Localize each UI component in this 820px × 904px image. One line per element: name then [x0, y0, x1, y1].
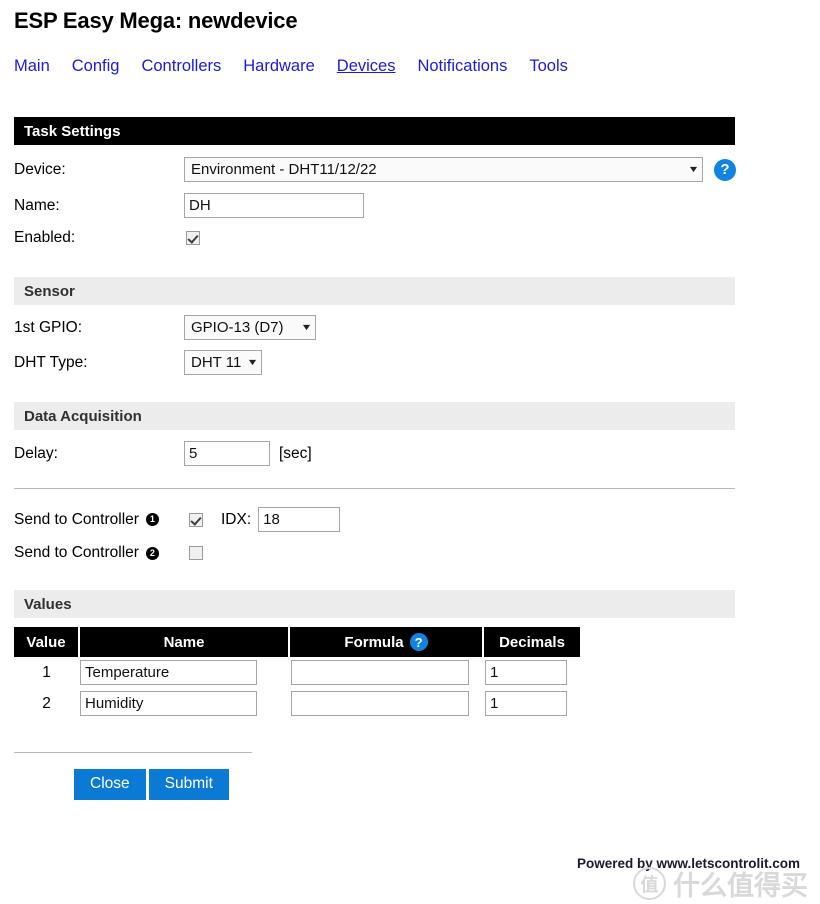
close-button[interactable]: Close: [74, 769, 146, 800]
send-to-controller-1-label-group: Send to Controller 1: [14, 511, 184, 529]
task-settings-header-label: Task Settings: [24, 122, 121, 140]
controller-1-badge-icon: 1: [145, 513, 159, 526]
value-name-input-2[interactable]: [80, 691, 257, 716]
column-header-formula-label: Formula: [344, 633, 404, 651]
delay-label: Delay:: [14, 444, 58, 462]
value-index-1: 1: [42, 663, 51, 681]
send-to-controller-2-checkbox[interactable]: [189, 546, 203, 560]
name-row: Name:: [14, 193, 364, 218]
delay-row: Delay: [sec]: [14, 441, 312, 466]
table-row: 1: [14, 657, 580, 688]
gpio-select-value: GPIO-13 (D7): [191, 319, 284, 336]
sensor-header-label: Sensor: [24, 282, 75, 300]
value-index-2: 2: [42, 694, 51, 712]
send-to-controller-1-checkbox[interactable]: [189, 512, 203, 527]
values-table: Value Name Formula ? Decimals 1 2: [14, 627, 580, 719]
enabled-row: Enabled:: [14, 229, 200, 247]
name-label: Name:: [14, 196, 60, 214]
value-decimals-input-2[interactable]: [485, 691, 567, 716]
send-to-controller-2-label-group: Send to Controller 2: [14, 544, 184, 562]
device-help-icon[interactable]: ?: [714, 158, 736, 181]
gpio-row: 1st GPIO: GPIO-13 (D7) ▼: [14, 315, 316, 340]
actions-divider: [14, 752, 252, 753]
device-row: Device: Environment - DHT11/12/22 ▼ ?: [14, 157, 736, 182]
data-acquisition-header-label: Data Acquisition: [24, 407, 142, 425]
send-to-controller-2-row: Send to Controller 2: [14, 544, 203, 562]
device-label: Device:: [14, 160, 66, 178]
submit-button[interactable]: Submit: [148, 769, 229, 800]
nav-link-main[interactable]: Main: [14, 57, 50, 76]
dht-type-select[interactable]: DHT 11 ▼: [184, 350, 262, 375]
gpio-select[interactable]: GPIO-13 (D7) ▼: [184, 315, 316, 340]
enabled-checkbox[interactable]: [186, 231, 200, 245]
watermark-mark-icon: 值: [633, 867, 666, 900]
column-header-name: Name: [78, 627, 290, 657]
nav-link-controllers[interactable]: Controllers: [141, 57, 221, 76]
nav-link-devices[interactable]: Devices: [337, 57, 396, 76]
column-header-value: Value: [14, 627, 80, 657]
chevron-down-icon: ▼: [246, 357, 259, 367]
idx-input[interactable]: [258, 507, 341, 532]
action-buttons: Close Submit: [74, 769, 229, 800]
nav-link-config[interactable]: Config: [72, 57, 120, 76]
values-header-label: Values: [24, 595, 72, 613]
send-to-controller-2-label: Send to Controller: [14, 544, 139, 561]
idx-label: IDX:: [221, 510, 252, 528]
send-to-controller-1-label: Send to Controller: [14, 510, 139, 528]
send-to-controller-1-row: Send to Controller 1 IDX:: [14, 507, 341, 532]
gpio-label: 1st GPIO:: [14, 318, 83, 336]
enabled-label: Enabled:: [14, 229, 76, 246]
data-acquisition-header: Data Acquisition: [14, 402, 735, 430]
nav-link-hardware[interactable]: Hardware: [243, 57, 315, 76]
values-table-header-row: Value Name Formula ? Decimals: [14, 627, 580, 657]
dht-type-select-value: DHT 11: [191, 354, 242, 371]
value-formula-input-2[interactable]: [291, 691, 469, 716]
values-header: Values: [14, 590, 735, 618]
nav-link-notifications[interactable]: Notifications: [417, 57, 507, 76]
dht-type-row: DHT Type: DHT 11 ▼: [14, 350, 262, 375]
table-row: 2: [14, 688, 580, 719]
chevron-down-icon: ▼: [687, 164, 700, 174]
device-select[interactable]: Environment - DHT11/12/22 ▼: [184, 157, 703, 182]
acquisition-divider: [14, 488, 735, 489]
nav-link-tools[interactable]: Tools: [529, 57, 568, 76]
sensor-header: Sensor: [14, 277, 735, 305]
task-settings-header: Task Settings: [14, 117, 735, 145]
chevron-down-icon: ▼: [300, 322, 313, 332]
value-name-input-1[interactable]: [80, 660, 257, 685]
device-select-value: Environment - DHT11/12/22: [191, 161, 377, 178]
delay-unit: [sec]: [279, 444, 312, 462]
page-title: ESP Easy Mega: newdevice: [14, 8, 298, 33]
formula-help-icon[interactable]: ?: [409, 633, 428, 651]
controller-2-badge-icon: 2: [145, 546, 159, 560]
main-navigation: Main Config Controllers Hardware Devices…: [14, 57, 568, 76]
footer-credit: Powered by www.letscontrolit.com: [576, 856, 800, 871]
value-decimals-input-1[interactable]: [485, 660, 567, 685]
column-header-decimals: Decimals: [482, 627, 580, 657]
value-formula-input-1[interactable]: [291, 660, 469, 685]
dht-type-label: DHT Type:: [14, 353, 88, 371]
name-input[interactable]: [184, 193, 364, 218]
delay-input[interactable]: [184, 441, 270, 466]
column-header-formula: Formula ?: [288, 627, 484, 657]
